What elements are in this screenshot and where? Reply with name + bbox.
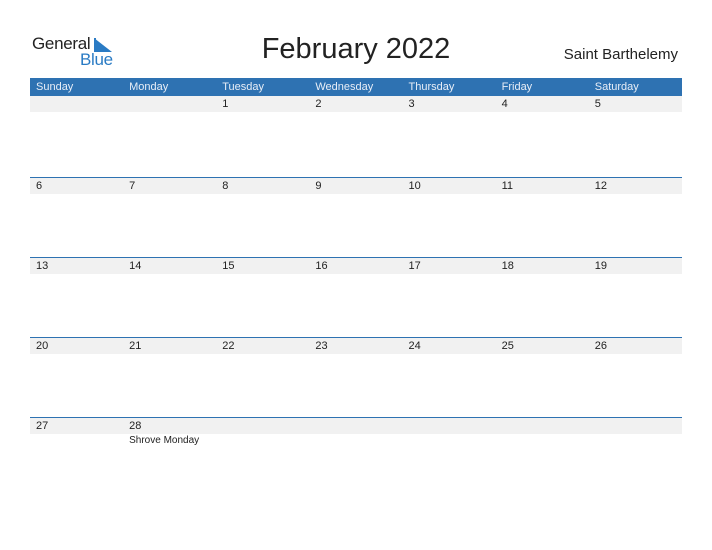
week-row: 27 28 Shrove Monday bbox=[30, 417, 682, 497]
day-number: 13 bbox=[36, 260, 49, 272]
weekday-header: Sunday Monday Tuesday Wednesday Thursday… bbox=[30, 78, 682, 96]
holiday-event bbox=[216, 434, 309, 448]
day-number: 20 bbox=[36, 340, 49, 352]
weekday-friday: Friday bbox=[501, 81, 533, 93]
date-strip: 27 28 bbox=[30, 418, 682, 434]
events-row: Shrove Monday bbox=[30, 434, 682, 448]
date-strip: 20 21 22 23 24 25 26 bbox=[30, 338, 682, 354]
day-number: 18 bbox=[501, 260, 514, 272]
day-number bbox=[589, 418, 682, 434]
date-strip: 13 14 15 16 17 18 19 bbox=[30, 258, 682, 274]
day-number: 3 bbox=[408, 98, 415, 110]
week-row: 20 21 22 23 24 25 26 bbox=[30, 337, 682, 417]
day-number bbox=[403, 418, 496, 434]
day-number: 7 bbox=[129, 180, 136, 192]
day-number bbox=[496, 418, 589, 434]
day-number: 27 bbox=[36, 420, 49, 432]
country-label: Saint Barthelemy bbox=[563, 46, 678, 63]
day-number: 6 bbox=[36, 180, 43, 192]
weekday-wednesday: Wednesday bbox=[315, 81, 374, 93]
day-number: 25 bbox=[501, 340, 514, 352]
weekday-saturday: Saturday bbox=[594, 81, 639, 93]
day-number: 5 bbox=[594, 98, 601, 110]
day-number bbox=[123, 96, 216, 112]
day-number: 14 bbox=[129, 260, 142, 272]
weekday-tuesday: Tuesday bbox=[222, 81, 265, 93]
day-number: 24 bbox=[408, 340, 421, 352]
day-number: 16 bbox=[315, 260, 328, 272]
weekday-sunday: Sunday bbox=[36, 81, 74, 93]
weekday-monday: Monday bbox=[129, 81, 169, 93]
day-number: 17 bbox=[408, 260, 421, 272]
day-number: 11 bbox=[501, 180, 514, 192]
day-number: 4 bbox=[501, 98, 508, 110]
day-number bbox=[309, 418, 402, 434]
day-number: 9 bbox=[315, 180, 322, 192]
day-number: 26 bbox=[594, 340, 607, 352]
holiday-event bbox=[496, 434, 589, 448]
holiday-event bbox=[30, 434, 123, 448]
week-row: 6 7 8 9 10 11 12 bbox=[30, 177, 682, 257]
weekday-thursday: Thursday bbox=[408, 81, 455, 93]
day-number: 1 bbox=[222, 98, 229, 110]
date-strip: 1 2 3 4 5 bbox=[30, 96, 682, 112]
date-strip: 6 7 8 9 10 11 12 bbox=[30, 178, 682, 194]
holiday-event bbox=[309, 434, 402, 448]
day-number: 19 bbox=[594, 260, 607, 272]
week-row: 13 14 15 16 17 18 19 bbox=[30, 257, 682, 337]
day-number: 10 bbox=[408, 180, 421, 192]
holiday-event bbox=[589, 434, 682, 448]
holiday-event bbox=[403, 434, 496, 448]
day-number bbox=[216, 418, 309, 434]
calendar-grid: Sunday Monday Tuesday Wednesday Thursday… bbox=[30, 78, 682, 497]
day-number: 22 bbox=[222, 340, 235, 352]
holiday-event: Shrove Monday bbox=[129, 435, 200, 446]
day-number: 23 bbox=[315, 340, 328, 352]
day-number: 15 bbox=[222, 260, 235, 272]
day-number bbox=[30, 96, 123, 112]
day-number: 28 bbox=[129, 420, 142, 432]
day-number: 21 bbox=[129, 340, 142, 352]
day-number: 8 bbox=[222, 180, 229, 192]
day-number: 2 bbox=[315, 98, 322, 110]
day-number: 12 bbox=[594, 180, 607, 192]
week-row: 1 2 3 4 5 bbox=[30, 96, 682, 177]
